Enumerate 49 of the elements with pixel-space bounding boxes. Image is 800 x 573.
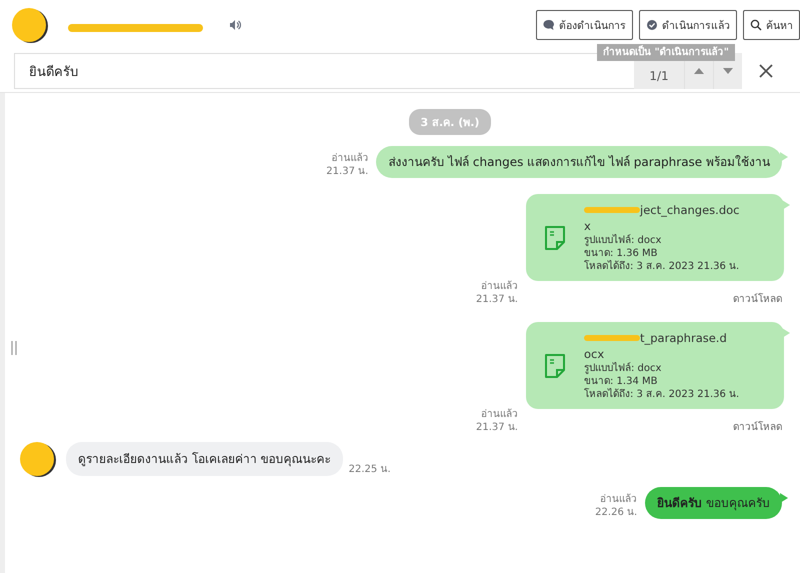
- download-link[interactable]: ดาวน์โหลด: [733, 419, 782, 434]
- download-link[interactable]: ดาวน์โหลด: [733, 291, 782, 306]
- message-time: 22.26 น.: [595, 506, 638, 519]
- up-caret-icon: [694, 68, 704, 74]
- message-time: 21.37 น.: [476, 293, 518, 306]
- message-time: 22.25 น.: [348, 463, 391, 476]
- close-icon[interactable]: [759, 64, 773, 78]
- file-name: t_paraphrase.d: [640, 330, 727, 346]
- resize-handle[interactable]: [11, 341, 17, 355]
- read-status: อ่านแล้ว: [331, 152, 368, 165]
- avatar: [20, 442, 54, 476]
- header-button[interactable]: ดำเนินการแล้ว: [639, 10, 737, 40]
- file-name: ocx: [584, 346, 606, 362]
- speech-bubble-icon: [543, 19, 555, 31]
- redaction-mark: [584, 207, 640, 213]
- message-time: 21.37 น.: [326, 165, 368, 178]
- file-type: รูปแบบไฟล์: docx: [584, 362, 662, 375]
- file-expiry: โหลดได้ถึง: 3 ส.ค. 2023 21.36 น.: [584, 388, 740, 401]
- speaker-icon[interactable]: [229, 19, 241, 31]
- message-time: 21.37 น.: [476, 421, 518, 434]
- read-status: อ่านแล้ว: [481, 280, 518, 293]
- bubble-tail: [780, 493, 788, 503]
- file-name: x: [584, 218, 592, 234]
- file-name: ject_changes.doc: [640, 202, 740, 218]
- check-bubble-icon: [646, 19, 658, 31]
- file-size: ขนาด: 1.34 MB: [584, 375, 658, 388]
- date-pill: 3 ส.ค. (พ.): [408, 109, 492, 135]
- message-bubble: ส่งงานครับ ไฟล์ changes แสดงการแก้ไข ไฟล์ paraphrase พร้อมใช้งาน: [376, 146, 782, 178]
- message-bubble: ยินดีครับ ขอบคุณครับ: [645, 487, 782, 519]
- avatar: [12, 8, 46, 42]
- redaction-mark: [584, 335, 640, 341]
- header-button[interactable]: ต้องดำเนินการ: [536, 10, 633, 40]
- file-bubble[interactable]: t_paraphrase.d ocx รูปแบบไฟล์: docx ขนาด: 1.34 MB โหลดได้ถึง: 3 ส.ค. 2023 21.36 น.: [526, 322, 784, 409]
- file-type: รูปแบบไฟล์: docx: [584, 234, 662, 247]
- down-caret-icon: [723, 68, 733, 74]
- header-button[interactable]: ค้นหา: [743, 10, 800, 40]
- file-bubble[interactable]: ject_changes.doc x รูปแบบไฟล์: docx ขนาด: 1.36 MB โหลดได้ถึง: 3 ส.ค. 2023 21.36 น.: [526, 194, 784, 281]
- file-size: ขนาด: 1.36 MB: [584, 247, 658, 260]
- search-icon: [750, 19, 762, 31]
- document-icon: [544, 352, 566, 378]
- tooltip: กำหนดเป็น "ดำเนินการแล้ว": [597, 44, 735, 61]
- read-status: อ่านแล้ว: [600, 493, 638, 506]
- read-status: อ่านแล้ว: [481, 408, 518, 421]
- bubble-tail: [782, 328, 790, 338]
- document-icon: [544, 224, 566, 250]
- file-expiry: โหลดได้ถึง: 3 ส.ค. 2023 21.36 น.: [584, 260, 740, 273]
- bubble-tail: [780, 152, 788, 162]
- bubble-tail: [782, 200, 790, 210]
- message-bubble: ดูรายละเอียดงานแล้ว โอเคเลยค่าา ขอบคุณนะคะ: [66, 442, 343, 476]
